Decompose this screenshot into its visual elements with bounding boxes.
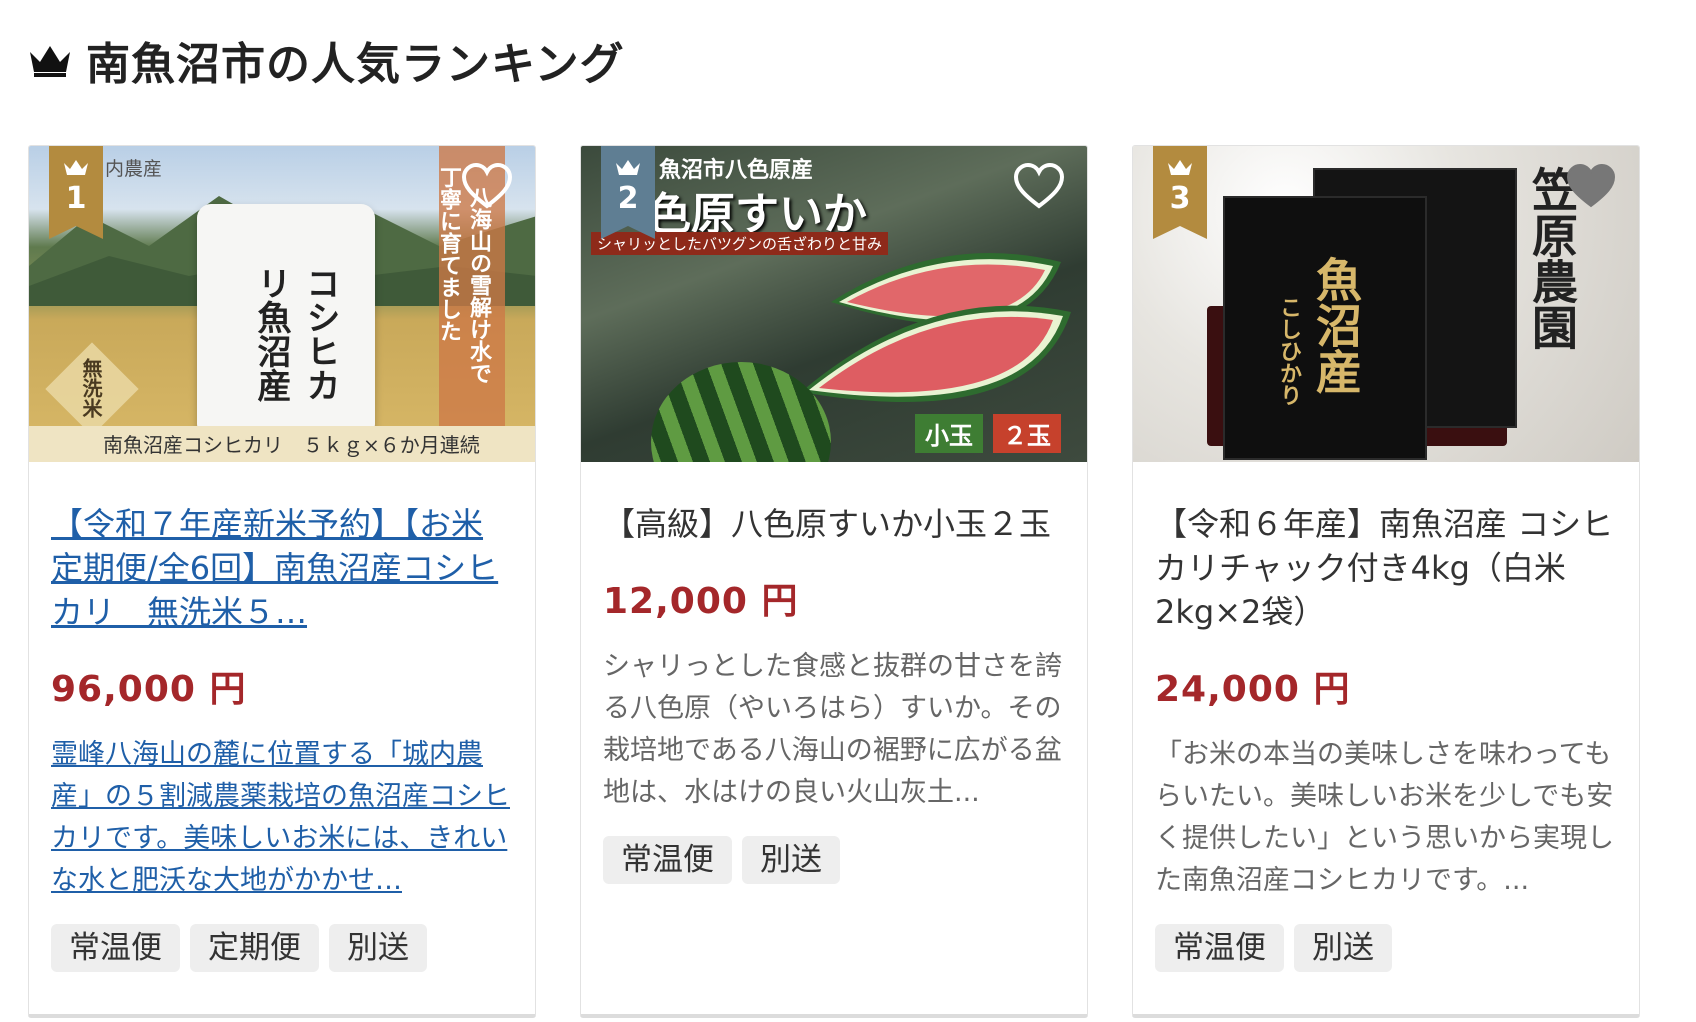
product-price: 24,000 円 <box>1155 669 1351 710</box>
rank-number: 3 <box>1169 181 1191 216</box>
product-title[interactable]: 【令和６年産】南魚沼産 コシヒカリチャック付き4kg（白米2kg×2袋） <box>1155 502 1617 634</box>
section-header: 南魚沼市の人気ランキング <box>28 30 625 90</box>
product-image[interactable]: コシヒカリ魚沼産 丁寧に育てました 八海山の雪解け水で 無洗米 内農産 南魚沼産… <box>29 146 535 462</box>
product-card-2[interactable]: 小玉 ２玉 魚沼市八色原産 色原すいか シャリッとしたバツグンの舌ざわりと甘み … <box>580 145 1088 1018</box>
tag: 常温便 <box>603 836 732 884</box>
image-corner-text: 内農産 <box>105 158 163 180</box>
product-price: 96,000 円 <box>51 669 247 710</box>
product-image[interactable]: 魚沼産 こしひかり 笠原農園 3 <box>1133 146 1639 462</box>
tag: 別送 <box>329 924 427 972</box>
tag-list: 常温便 定期便 別送 <box>51 924 513 972</box>
rank-badge: 1 <box>49 146 103 239</box>
rank-number: 1 <box>65 181 87 216</box>
rank-number: 2 <box>617 181 639 216</box>
image-chip-2: ２玉 <box>993 414 1061 453</box>
crown-icon <box>616 160 640 175</box>
tag: 常温便 <box>1155 924 1284 972</box>
image-sub-text: シャリッとしたバツグンの舌ざわりと甘み <box>591 232 889 255</box>
crown-icon <box>64 160 88 175</box>
section-title: 南魚沼市の人気ランキング <box>86 39 625 90</box>
product-image[interactable]: 小玉 ２玉 魚沼市八色原産 色原すいか シャリッとしたバツグンの舌ざわりと甘み … <box>581 146 1087 462</box>
product-description: 「お米の本当の美味しさを味わってもらいたい。美味しいお米を少しでも安く提供したい… <box>1155 739 1614 896</box>
image-caption: 南魚沼産コシヒカリ ５ｋｇ×６か月連続 <box>103 433 480 457</box>
rank-badge: 3 <box>1153 146 1207 239</box>
product-description-link[interactable]: 霊峰八海山の麓に位置する「城内農産」の５割減農薬栽培の魚沼産コシヒカリです。美味… <box>51 734 513 902</box>
bag-label: 魚沼産 <box>1309 256 1363 394</box>
image-chip-1: 小玉 <box>915 414 983 453</box>
rank-badge: 2 <box>601 146 655 239</box>
product-card-1[interactable]: コシヒカリ魚沼産 丁寧に育てました 八海山の雪解け水で 無洗米 内農産 南魚沼産… <box>28 145 536 1018</box>
product-price: 12,000 円 <box>603 581 799 622</box>
tag: 定期便 <box>190 924 319 972</box>
product-card-3[interactable]: 魚沼産 こしひかり 笠原農園 3 【令和６年産】南魚沼産 コシヒカリチャック付き… <box>1132 145 1640 1018</box>
product-description: シャリっとした食感と抜群の甘さを誇る八色原（やいろはら）すいか。その栽培地である… <box>603 651 1062 808</box>
bag-label-small: こしひかり <box>1276 296 1302 406</box>
crown-icon <box>1168 160 1192 175</box>
tag: 別送 <box>1294 924 1392 972</box>
bag-label: コシヒカリ魚沼産 <box>251 266 340 402</box>
product-title[interactable]: 【高級】八色原すいか小玉２玉 <box>603 502 1065 546</box>
crown-icon <box>28 42 72 78</box>
tag: 別送 <box>742 836 840 884</box>
tag-list: 常温便 別送 <box>603 836 1065 884</box>
tag-list: 常温便 別送 <box>1155 924 1617 972</box>
tag: 常温便 <box>51 924 180 972</box>
image-vertical-text-2: 八海山の雪解け水で <box>466 186 492 384</box>
favorite-heart-icon[interactable] <box>1565 162 1617 210</box>
favorite-heart-icon[interactable] <box>461 162 513 210</box>
favorite-heart-icon[interactable] <box>1013 162 1065 210</box>
image-diamond-text: 無洗米 <box>79 358 103 418</box>
product-title-link[interactable]: 【令和７年産新米予約】【お米定期便/全6回】南魚沼産コシヒカリ 無洗米５… <box>51 502 513 634</box>
